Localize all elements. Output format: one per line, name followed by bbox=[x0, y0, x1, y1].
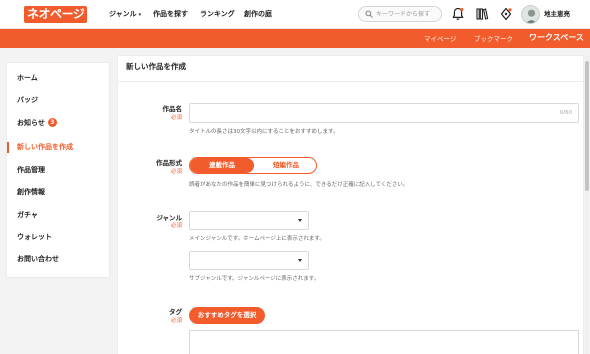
work-format-label: 作品形式 bbox=[156, 159, 182, 167]
active-item-marker bbox=[7, 142, 9, 153]
chevron-down-icon: ▾ bbox=[138, 12, 142, 18]
create-work-panel: 新しい作品を作成 作品名 必須 0/60 タイトルの長さは30文字以内にすること… bbox=[117, 55, 584, 354]
work-format-toggle: 連載作品 短編作品 bbox=[189, 157, 317, 174]
caret-down-icon bbox=[298, 219, 302, 222]
username[interactable]: 地主恵亮 bbox=[544, 9, 570, 20]
nav-creation-garden[interactable]: 創作の庭 bbox=[244, 8, 272, 20]
subnav-bookmark[interactable]: ブックマーク bbox=[474, 34, 513, 44]
nav-genre-label: ジャンル bbox=[109, 10, 137, 18]
serial-work-option[interactable]: 連載作品 bbox=[190, 158, 254, 173]
workspace-subnav: マイページ ブックマーク ワークスペース bbox=[0, 29, 590, 48]
user-avatar-icon bbox=[526, 9, 537, 23]
sidebar-item-wallet[interactable]: ウォレット bbox=[17, 232, 52, 243]
sidebar: ホーム バッジ お知らせ 3 新しい作品を作成 作品管理 創作情報 ガチャ ウォレ… bbox=[6, 62, 110, 278]
required-mark: 必須 bbox=[170, 223, 182, 229]
required-mark: 必須 bbox=[170, 318, 182, 324]
sidebar-item-badges[interactable]: バッジ bbox=[17, 95, 38, 106]
work-format-hint: 読者があなたの作品を簡単に見つけられるように、できるだけ正確に記入してください。 bbox=[189, 182, 409, 188]
sub-genre-select[interactable] bbox=[189, 251, 309, 270]
sidebar-item-contact[interactable]: お問い合わせ bbox=[17, 254, 59, 265]
pen-icon[interactable] bbox=[499, 7, 513, 21]
divider bbox=[118, 81, 584, 82]
sidebar-item-create-work[interactable]: 新しい作品を作成 bbox=[17, 142, 73, 153]
work-name-input[interactable]: 0/60 bbox=[189, 103, 579, 123]
page-scrollbar[interactable] bbox=[585, 55, 589, 354]
site-logo[interactable]: ネオページ bbox=[24, 6, 88, 23]
page-title: 新しい作品を作成 bbox=[126, 62, 186, 71]
tags-label: タグ bbox=[169, 308, 182, 316]
bookshelf-icon[interactable] bbox=[475, 7, 489, 21]
scrollbar-thumb[interactable] bbox=[585, 61, 589, 191]
nav-ranking[interactable]: ランキング bbox=[200, 8, 235, 20]
short-work-option[interactable]: 短編作品 bbox=[254, 158, 316, 173]
bell-icon[interactable] bbox=[451, 7, 465, 21]
sidebar-item-notifications[interactable]: お知らせ 3 bbox=[17, 118, 57, 129]
caret-down-icon bbox=[298, 259, 302, 262]
avatar[interactable] bbox=[521, 5, 540, 24]
required-mark: 必須 bbox=[170, 115, 182, 121]
work-name-label: 作品名 bbox=[162, 105, 183, 113]
sidebar-item-label: お知らせ bbox=[17, 119, 45, 127]
nav-genre[interactable]: ジャンル ▾ bbox=[109, 8, 141, 21]
subnav-my-page[interactable]: マイページ bbox=[424, 34, 456, 44]
notification-count-badge: 3 bbox=[47, 118, 57, 127]
search-icon bbox=[365, 10, 373, 18]
main-genre-select[interactable] bbox=[189, 211, 309, 230]
nav-find-works[interactable]: 作品を探す bbox=[153, 8, 188, 20]
character-counter: 0/60 bbox=[559, 110, 572, 116]
main-genre-hint: メインジャンルです。ホームページ上に表示されます。 bbox=[189, 236, 325, 242]
subnav-workspace[interactable]: ワークスペース bbox=[529, 33, 584, 43]
sidebar-item-creation-info[interactable]: 創作情報 bbox=[17, 187, 45, 198]
sidebar-item-home[interactable]: ホーム bbox=[17, 73, 38, 84]
tags-input[interactable] bbox=[189, 330, 579, 354]
sub-genre-hint: サブジャンルです。ジャンルページに表示されます。 bbox=[189, 276, 320, 282]
sidebar-item-gacha[interactable]: ガチャ bbox=[17, 210, 38, 221]
top-header: ネオページ ジャンル ▾ 作品を探す ランキング 創作の庭 キーワードから探す 地… bbox=[0, 0, 590, 29]
recommended-tags-button[interactable]: おすすめタグを選択 bbox=[189, 307, 265, 324]
sidebar-item-work-management[interactable]: 作品管理 bbox=[17, 165, 45, 176]
search-placeholder: キーワードから探す bbox=[376, 11, 431, 18]
search-box[interactable]: キーワードから探す bbox=[358, 6, 442, 22]
work-name-hint: タイトルの長さは30文字以内にすることをおすすめします。 bbox=[189, 129, 339, 135]
required-mark: 必須 bbox=[170, 169, 182, 175]
